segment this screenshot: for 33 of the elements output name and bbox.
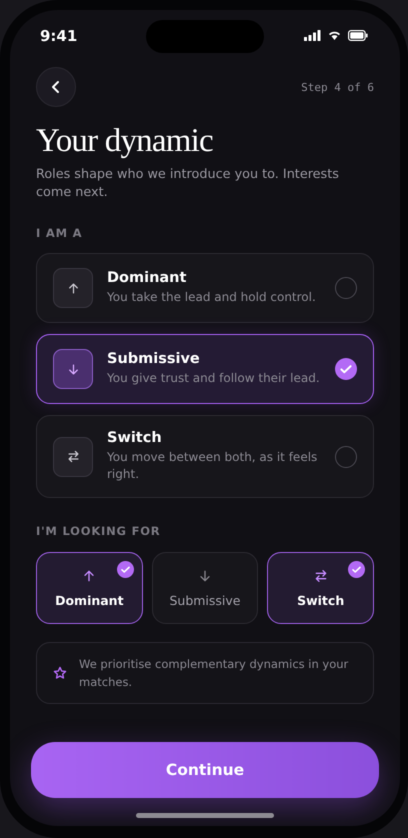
role-title: Switch	[107, 430, 163, 446]
role-title: Submissive	[107, 351, 201, 367]
preference-chip[interactable]: Submissive	[152, 552, 258, 624]
role-option-card[interactable]: Dominant You take the lead and hold control.	[36, 253, 374, 323]
step-indicator: Step 4 of 6	[301, 80, 374, 94]
role-description: You take the lead and hold control.	[107, 289, 317, 306]
radio-checked[interactable]	[335, 358, 357, 380]
status-time: 9:41	[40, 27, 78, 45]
battery-icon	[348, 30, 368, 40]
signal-icon	[304, 30, 321, 40]
back-button[interactable]	[36, 67, 76, 107]
section-label: I'M LOOKING FOR	[36, 524, 162, 538]
role-title: Dominant	[107, 270, 188, 286]
page-subtitle: Roles shape who we introduce you to. Interests come next.	[36, 166, 340, 202]
page-title: Your dynamic	[36, 123, 214, 160]
check-badge-icon	[116, 561, 134, 578]
star-icon	[53, 666, 67, 680]
preference-chip[interactable]: Switch	[267, 552, 374, 624]
radio-button[interactable]	[335, 446, 357, 468]
section-label: I AM A	[36, 226, 84, 240]
note-text: We prioritise complementary dynamics in your matches.	[79, 656, 350, 691]
chevron-left-icon	[51, 80, 61, 94]
role-description: You move between both, as it feels right.	[107, 449, 318, 483]
check-badge-icon	[348, 561, 365, 578]
continue-button[interactable]: Continue	[31, 742, 379, 798]
role-option-card[interactable]: Submissive You give trust and follow their lead.	[36, 334, 374, 404]
swap-arrows-icon	[312, 568, 329, 584]
radio-button[interactable]	[335, 277, 357, 299]
preference-chip[interactable]: Dominant	[36, 552, 143, 624]
swap-arrows-icon	[66, 449, 80, 464]
role-option-card[interactable]: Switch You move between both, as it feels right.	[36, 415, 374, 498]
role-description: You give trust and follow their lead.	[107, 370, 321, 387]
wifi-icon	[329, 30, 340, 40]
